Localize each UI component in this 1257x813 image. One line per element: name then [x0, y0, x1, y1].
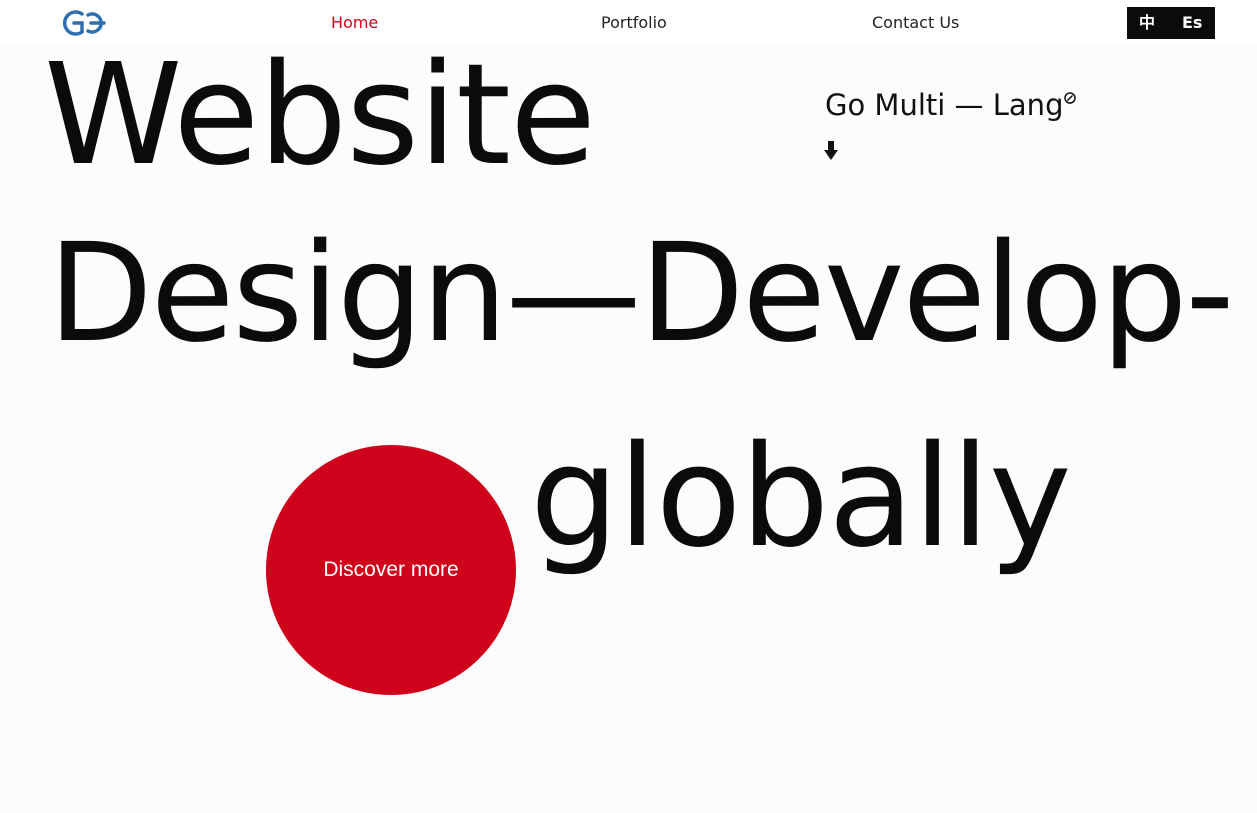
hero-line-globally: globally	[530, 416, 1072, 579]
hero-line-website: Website	[44, 34, 596, 197]
tagline: Go Multi — Lang	[825, 88, 1064, 122]
hero-line-design-develop: Design—Develop-	[48, 215, 1235, 373]
nav-contact-us[interactable]: Contact Us	[872, 13, 959, 32]
nav-portfolio[interactable]: Portfolio	[601, 13, 667, 32]
nav-home[interactable]: Home	[331, 13, 378, 32]
page: Home Portfolio Contact Us 中 Es Website D…	[0, 0, 1257, 813]
arrow-down-icon[interactable]	[824, 141, 838, 161]
lang-spanish-button[interactable]: Es	[1182, 7, 1202, 39]
language-switcher: 中 Es	[1127, 7, 1215, 39]
lang-chinese-button[interactable]: 中	[1139, 7, 1155, 39]
compass-icon	[1064, 92, 1076, 104]
discover-more-button[interactable]: Discover more	[266, 445, 516, 695]
